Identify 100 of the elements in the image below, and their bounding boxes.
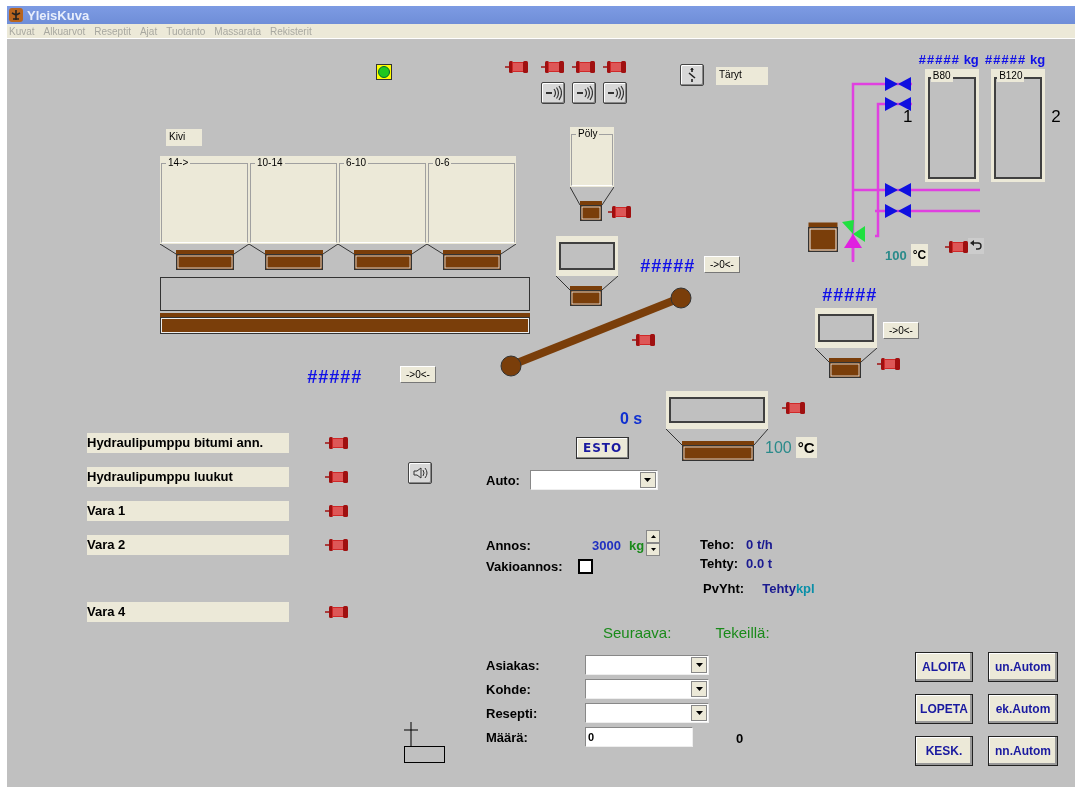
automation-button[interactable]: ek.Autom [988,694,1058,724]
dropdown-field[interactable] [585,679,709,699]
tare-button[interactable]: ->0<- [883,322,919,339]
dropdown-field[interactable] [585,703,709,723]
automation-button[interactable]: nn.Autom [988,736,1058,766]
down-arrow-icon [650,548,656,551]
hopper-frame [559,242,615,270]
silo-label: Pöly [576,128,600,140]
weight-readout: ##### [640,256,696,277]
motor-icon[interactable] [608,205,632,219]
dropdown-field[interactable] [529,470,658,490]
tank-weight: ##### [984,52,1026,67]
motor-icon[interactable] [572,60,596,74]
tank-label: B120 [997,70,1025,82]
valve-icon[interactable] [885,77,911,91]
temperature-unit: °C [795,437,817,458]
pump-label: Hydraulipumppu bitumi ann. [87,433,289,453]
switch-button[interactable] [680,64,704,86]
caret-icon [695,711,703,715]
dropdown-arrow-button[interactable] [691,705,707,721]
block-button[interactable]: ESTO [576,437,630,459]
motor-icon[interactable] [325,504,349,518]
daily-total-unit: kpl [795,581,815,596]
field-label: Resepti: [486,705,539,721]
motor-icon[interactable] [877,357,901,371]
control-button[interactable]: ALOITA [915,652,973,682]
mix-timer: 0 s [620,410,643,428]
fixed-batch-label: Vakioannos: [486,559,563,574]
hopper-frame [818,314,874,342]
field-label: Asiakas: [486,657,541,673]
bin-label: 6-10 [344,157,368,169]
control-button[interactable]: KESK. [915,736,973,766]
hopper-drawing [815,348,877,378]
control-button[interactable]: LOPETA [915,694,973,724]
caret-icon [695,687,703,691]
bin-label: 0-6 [433,157,452,169]
batch-label: Annos: [486,537,532,553]
stat-value: 0.0 t [746,556,773,571]
up-arrow-icon [650,535,656,538]
valve-icon[interactable] [885,204,911,218]
vibration-icon [544,85,562,101]
vibrator-button[interactable] [603,82,627,104]
stat-value: 0 t/h [746,537,773,552]
tank-label: B80 [930,70,953,82]
undo-icon[interactable] [968,238,984,254]
field-label: Määrä: [486,729,529,745]
motor-icon[interactable] [945,240,969,254]
weight-readout: ##### [822,285,878,306]
hopper-drawing [570,187,614,221]
pump-label: Vara 4 [87,602,289,622]
vibrator-button[interactable] [541,82,565,104]
app-icon [9,8,23,22]
bin-label: 14-> [166,157,191,169]
input-field[interactable]: 0 [585,727,693,747]
dropdown-arrow-button[interactable] [639,472,656,488]
weight-readout: ##### [307,367,363,388]
motor-icon[interactable] [325,605,349,619]
vibration-icon [575,85,593,101]
pump-label: Vara 1 [87,501,289,521]
caret-icon [695,663,703,667]
motor-icon[interactable] [325,436,349,450]
motor-icon[interactable] [325,538,349,552]
dropdown-arrow-button[interactable] [691,657,707,673]
hopper-drawing [556,276,618,306]
status-light [376,64,392,80]
tare-button[interactable]: ->0<- [704,256,740,273]
motor-icon[interactable] [541,60,565,74]
vibrator-button[interactable] [572,82,596,104]
vibration-icon [606,85,624,101]
stone-label: Kivi [166,129,202,146]
section-heading: Tekeillä: [715,624,770,641]
stat-label: Tehty: [700,556,739,571]
dropdown-field[interactable] [585,655,709,675]
tank-weight: ##### [918,52,960,67]
motor-icon[interactable] [603,60,627,74]
motor-icon[interactable] [632,333,656,347]
batch-value: 3000 [592,537,622,553]
daily-total-label: PvYht: [703,581,745,596]
temperature-value: 100 [765,438,792,457]
section-heading: Seuraava: [603,624,672,641]
spin-up-button[interactable] [646,530,660,543]
pump-label: Hydraulipumppu luukut [87,467,289,487]
pump-label: Vara 2 [87,535,289,555]
daily-total-value: Tehty [762,581,796,596]
window-title: YleisKuva [27,7,90,23]
motor-icon[interactable] [782,401,806,415]
motor-icon[interactable] [505,60,529,74]
valve-icon[interactable] [885,97,911,111]
automation-button[interactable]: un.Autom [988,652,1058,682]
dropdown-arrow-button[interactable] [691,681,707,697]
caret-icon [644,478,652,482]
temperature-value: 100 [885,247,907,263]
vibrator-label: Täryt [716,67,768,85]
speaker-button[interactable] [408,462,432,484]
speaker-icon [411,465,429,481]
tank-unit: kg [1029,52,1046,67]
spin-down-button[interactable] [646,543,660,556]
valve-icon[interactable] [885,183,911,197]
motor-icon[interactable] [325,470,349,484]
tare-button[interactable]: ->0<- [400,366,436,383]
